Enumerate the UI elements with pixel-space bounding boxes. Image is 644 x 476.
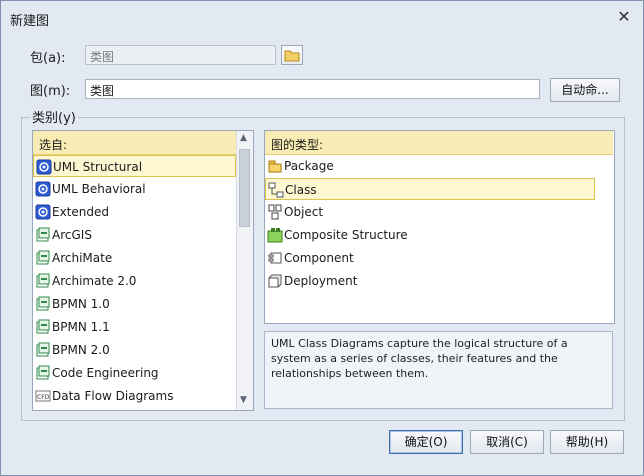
type-item-label: Composite Structure: [284, 228, 408, 242]
svg-text:CFD: CFD: [37, 394, 50, 401]
help-button[interactable]: 帮助(H): [550, 430, 624, 454]
browse-package-button[interactable]: [281, 45, 303, 65]
category-label: 类别(y): [30, 107, 78, 126]
package-label: 包(a):: [30, 51, 66, 66]
technology-icon: [35, 342, 51, 358]
type-item-label: Component: [284, 251, 354, 265]
source-item-data-flow-diagrams[interactable]: CFD Data Flow Diagrams: [33, 385, 236, 407]
source-item-code-engineering[interactable]: Code Engineering: [33, 362, 236, 384]
source-item-label: UML Structural: [53, 160, 143, 174]
source-item-label: BPMN 1.0: [52, 297, 110, 311]
type-item-label: Object: [284, 205, 324, 219]
source-item-label: Extended: [52, 205, 109, 219]
technology-icon: [35, 273, 51, 289]
type-item-label: Package: [284, 159, 334, 173]
type-item-class[interactable]: Class: [265, 178, 595, 200]
diagram-name-input[interactable]: 类图: [85, 79, 540, 99]
source-item-label: BPMN 1.1: [52, 320, 110, 334]
source-item-label: Archimate 2.0: [52, 274, 137, 288]
scroll-thumb[interactable]: [239, 149, 250, 227]
source-item-archimate[interactable]: ArchiMate: [33, 247, 236, 269]
source-header: 选自:: [33, 131, 236, 155]
source-item-bpmn-1-1[interactable]: BPMN 1.1: [33, 316, 236, 338]
type-item-label: Deployment: [284, 274, 358, 288]
cancel-button[interactable]: 取消(C): [470, 430, 544, 454]
source-item-bpmn-1-0[interactable]: BPMN 1.0: [33, 293, 236, 315]
source-item-arcgis[interactable]: ArcGIS: [33, 224, 236, 246]
ok-button[interactable]: 确定(O): [389, 430, 463, 454]
technology-icon: [35, 227, 51, 243]
deployment-icon: [267, 273, 283, 289]
diagram-label: 图(m):: [30, 84, 71, 99]
source-item-label: BPMN 2.0: [52, 343, 110, 357]
source-item-bpmn-2-0[interactable]: BPMN 2.0: [33, 339, 236, 361]
folder-icon: [284, 50, 300, 62]
scroll-down-icon[interactable]: ▼: [240, 395, 247, 405]
uml-icon: [35, 181, 51, 197]
new-diagram-dialog: 新建图 ✕ 包(a): 类图 图(m): 类图 自动命... 类别(y) 选自:…: [0, 0, 644, 476]
diagram-type-list[interactable]: 图的类型: Package Class Object Composite Struct…: [264, 130, 615, 324]
dfd-icon: CFD: [35, 388, 51, 404]
source-item-label: Code Engineering: [52, 366, 159, 380]
close-icon[interactable]: ✕: [615, 8, 633, 26]
type-item-label: Class: [285, 183, 317, 197]
source-item-label: ArchiMate: [52, 251, 113, 265]
technology-icon: [35, 250, 51, 266]
source-item-label: ArcGIS: [52, 228, 92, 242]
type-item-component[interactable]: Component: [265, 247, 595, 269]
source-item-label: UML Behavioral: [52, 182, 146, 196]
technology-icon: [35, 296, 51, 312]
source-item-uml-structural[interactable]: UML Structural: [33, 155, 236, 177]
type-item-package[interactable]: Package: [265, 155, 595, 177]
source-item-extended[interactable]: Extended: [33, 201, 236, 223]
source-item-archimate-2-0[interactable]: Archimate 2.0: [33, 270, 236, 292]
auto-name-button[interactable]: 自动命...: [550, 78, 620, 102]
source-list[interactable]: 选自: UML Structural UML Behavioral Extended…: [32, 130, 254, 411]
source-scrollbar[interactable]: ▲ ▼: [236, 131, 253, 410]
diagram-description: UML Class Diagrams capture the logical s…: [264, 331, 613, 409]
object-icon: [267, 204, 283, 220]
source-item-label: Data Flow Diagrams: [52, 389, 174, 403]
type-item-deployment[interactable]: Deployment: [265, 270, 595, 292]
type-item-object[interactable]: Object: [265, 201, 595, 223]
scroll-up-icon[interactable]: ▲: [240, 133, 247, 143]
package-icon: [267, 158, 283, 174]
type-item-composite-structure[interactable]: Composite Structure: [265, 224, 595, 246]
component-icon: [267, 250, 283, 266]
technology-icon: [35, 365, 51, 381]
uml-icon: [36, 159, 52, 175]
technology-icon: [35, 319, 51, 335]
class-icon: [268, 182, 284, 198]
uml-icon: [35, 204, 51, 220]
package-field: 类图: [85, 45, 276, 65]
source-item-uml-behavioral[interactable]: UML Behavioral: [33, 178, 236, 200]
dialog-title: 新建图: [10, 14, 50, 29]
title-bar: 新建图 ✕: [1, 1, 643, 35]
composite-icon: [267, 227, 283, 243]
type-header: 图的类型:: [265, 131, 613, 155]
